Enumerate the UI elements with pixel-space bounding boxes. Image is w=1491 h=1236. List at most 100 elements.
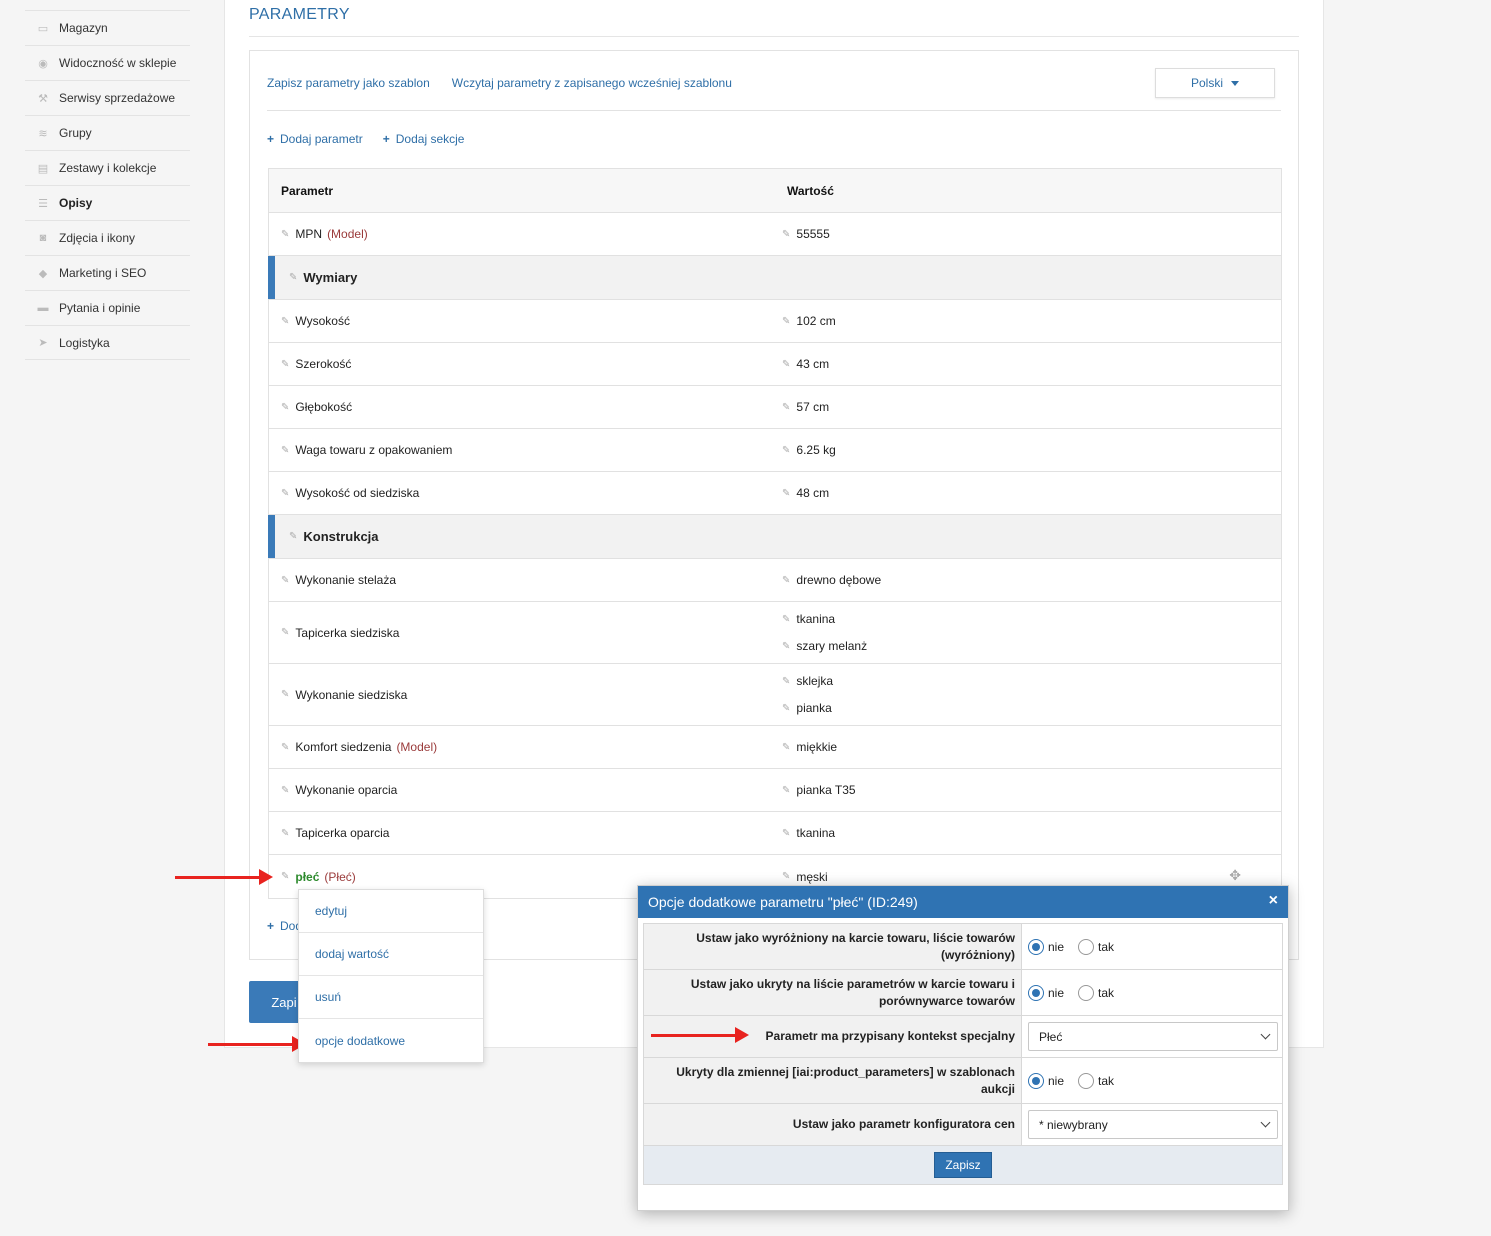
pencil-icon[interactable]: ✎ — [289, 272, 297, 283]
sidebar-item-label: Zdjęcia i ikony — [59, 231, 136, 245]
pencil-icon[interactable]: ✎ — [289, 531, 297, 542]
table-row[interactable]: ✎ Głębokość ✎ 57 cm — [269, 386, 1281, 429]
tag-icon: ◆ — [38, 267, 48, 280]
add-links: + Dodaj parametr + Dodaj sekcje — [267, 132, 464, 146]
menu-item-remove[interactable]: usuń — [299, 976, 483, 1019]
pencil-icon[interactable]: ✎ — [782, 871, 790, 882]
table-row[interactable]: ✎ Tapicerka oparcia ✎ tkanina — [269, 812, 1281, 855]
pencil-icon[interactable]: ✎ — [281, 402, 289, 413]
pencil-icon[interactable]: ✎ — [281, 785, 289, 796]
pencil-icon[interactable]: ✎ — [782, 641, 790, 652]
radio-label: tak — [1098, 1073, 1115, 1088]
template-links: Zapisz parametry jako szablon Wczytaj pa… — [267, 76, 732, 90]
sidebar-item-pytania[interactable]: ▬ Pytania i opinie — [25, 290, 190, 325]
pencil-icon[interactable]: ✎ — [782, 828, 790, 839]
modal-save-button[interactable]: Zapisz — [934, 1152, 992, 1178]
menu-item-add-value[interactable]: dodaj wartość — [299, 933, 483, 976]
pencil-icon[interactable]: ✎ — [782, 445, 790, 456]
load-template-link[interactable]: Wczytaj parametry z zapisanego wcześniej… — [452, 76, 732, 90]
pencil-icon[interactable]: ✎ — [281, 689, 289, 700]
table-row[interactable]: ✎ Tapicerka siedziska ✎ tkanina ✎ szary mel… — [269, 602, 1281, 664]
table-row[interactable]: ✎ Szerokość ✎ 43 cm — [269, 343, 1281, 386]
table-row[interactable]: ✎ Wysokość ✎ 102 cm — [269, 300, 1281, 343]
table-row[interactable]: ✎ Wysokość od siedziska ✎ 48 cm — [269, 472, 1281, 515]
modal-footer: Zapisz — [644, 1146, 1282, 1184]
pencil-icon[interactable]: ✎ — [782, 229, 790, 240]
move-icon[interactable]: ✥ — [1229, 867, 1241, 884]
pencil-icon[interactable]: ✎ — [782, 402, 790, 413]
pencil-icon[interactable]: ✎ — [782, 359, 790, 370]
pencil-icon[interactable]: ✎ — [281, 627, 289, 638]
add-section-link[interactable]: + Dodaj sekcje — [383, 132, 465, 146]
box-icon: ▭ — [37, 22, 49, 35]
sidebar-item-zestawy[interactable]: ▤ Zestawy i kolekcje — [25, 150, 190, 185]
sidebar-item-opisy[interactable]: ☰ Opisy — [25, 185, 190, 220]
table-row[interactable]: ✎ Waga towaru z opakowaniem ✎ 6.25 kg — [269, 429, 1281, 472]
radio-no[interactable] — [1028, 1072, 1044, 1089]
section-row[interactable]: ✎ Konstrukcja — [268, 515, 1281, 559]
radio-yes[interactable] — [1078, 938, 1095, 955]
param-value: tkanina — [796, 826, 836, 840]
save-template-link[interactable]: Zapisz parametry jako szablon — [267, 76, 430, 90]
param-value: tkanina — [796, 612, 836, 626]
pencil-icon[interactable]: ✎ — [782, 575, 790, 586]
plus-icon: + — [382, 132, 390, 146]
special-context-select[interactable]: Płeć — [1028, 1022, 1278, 1051]
section-title: Konstrukcja — [303, 529, 379, 544]
sidebar-item-zdjecia[interactable]: ◙ Zdjęcia i ikony — [25, 220, 190, 255]
pencil-icon[interactable]: ✎ — [281, 359, 289, 370]
pencil-icon[interactable]: ✎ — [782, 742, 790, 753]
menu-item-edit[interactable]: edytuj — [299, 890, 483, 933]
table-row[interactable]: ✎ Komfort siedzenia (Model) ✎ miękkie — [269, 726, 1281, 769]
pencil-icon[interactable]: ✎ — [782, 614, 790, 625]
pencil-icon[interactable]: ✎ — [281, 488, 289, 499]
param-name[interactable]: płeć — [295, 870, 319, 884]
pencil-icon[interactable]: ✎ — [281, 871, 289, 882]
pencil-icon[interactable]: ✎ — [782, 676, 790, 687]
sidebar-item-magazyn[interactable]: ▭ Magazyn — [25, 10, 190, 45]
sidebar-item-logistyka[interactable]: ➤ Logistyka — [25, 325, 190, 360]
modal-title: Opcje dodatkowe parametru "płeć" (ID:249… — [648, 894, 918, 910]
sidebar-item-serwisy[interactable]: ⚒ Serwisy sprzedażowe — [25, 80, 190, 115]
param-value: pianka — [796, 701, 832, 715]
close-icon[interactable]: × — [1269, 892, 1278, 910]
radio-yes[interactable] — [1078, 984, 1095, 1001]
pencil-icon[interactable]: ✎ — [782, 785, 790, 796]
pencil-icon[interactable]: ✎ — [281, 445, 289, 456]
language-dropdown[interactable]: Polski — [1155, 68, 1275, 98]
extra-options-modal: Opcje dodatkowe parametru "płeć" (ID:249… — [637, 885, 1289, 1211]
parameters-box: Zapisz parametry jako szablon Wczytaj pa… — [249, 50, 1299, 960]
pencil-icon[interactable]: ✎ — [281, 828, 289, 839]
option-row-auction-hidden: Ukryty dla zmiennej [iai:product_paramet… — [644, 1058, 1282, 1104]
pencil-icon[interactable]: ✎ — [782, 316, 790, 327]
param-tag: (Model) — [327, 227, 368, 241]
pencil-icon[interactable]: ✎ — [281, 575, 289, 586]
table-row[interactable]: ✎ Wykonanie stelaża ✎ drewno dębowe — [269, 559, 1281, 602]
table-row[interactable]: ✎ Wykonanie oparcia ✎ pianka T35 — [269, 769, 1281, 812]
price-configurator-select[interactable]: * niewybrany — [1028, 1110, 1278, 1139]
sidebar-item-label: Pytania i opinie — [59, 301, 141, 315]
sidebar-item-grupy[interactable]: ≋ Grupy — [25, 115, 190, 150]
radio-no[interactable] — [1028, 938, 1044, 955]
param-name: Tapicerka siedziska — [295, 625, 400, 640]
chevron-down-icon — [1260, 1117, 1271, 1128]
sidebar-item-widocznosc[interactable]: ◉ Widoczność w sklepie — [25, 45, 190, 80]
pencil-icon[interactable]: ✎ — [281, 229, 289, 240]
parameters-table: Parametr Wartość ✎ MPN (Model) ✎ 55555 ✎ Wym… — [268, 168, 1282, 899]
menu-item-extra-options[interactable]: opcje dodatkowe — [299, 1019, 483, 1062]
pencil-icon[interactable]: ✎ — [281, 316, 289, 327]
pencil-icon[interactable]: ✎ — [782, 703, 790, 714]
list-icon: ☰ — [38, 197, 48, 210]
radio-yes[interactable] — [1078, 1072, 1095, 1089]
table-row[interactable]: ✎ MPN (Model) ✎ 55555 — [269, 213, 1281, 256]
add-parameter-link-bottom[interactable]: + Dod — [267, 919, 302, 933]
chat-icon: ▬ — [37, 302, 49, 314]
add-parameter-link[interactable]: + Dodaj parametr — [267, 132, 363, 146]
section-row[interactable]: ✎ Wymiary — [268, 256, 1281, 300]
pencil-icon[interactable]: ✎ — [782, 488, 790, 499]
sidebar-item-marketing[interactable]: ◆ Marketing i SEO — [25, 255, 190, 290]
pencil-icon[interactable]: ✎ — [281, 742, 289, 753]
radio-no[interactable] — [1028, 984, 1044, 1001]
table-row[interactable]: ✎ Wykonanie siedziska ✎ sklejka ✎ pianka — [269, 664, 1281, 726]
param-value: 48 cm — [796, 486, 830, 500]
